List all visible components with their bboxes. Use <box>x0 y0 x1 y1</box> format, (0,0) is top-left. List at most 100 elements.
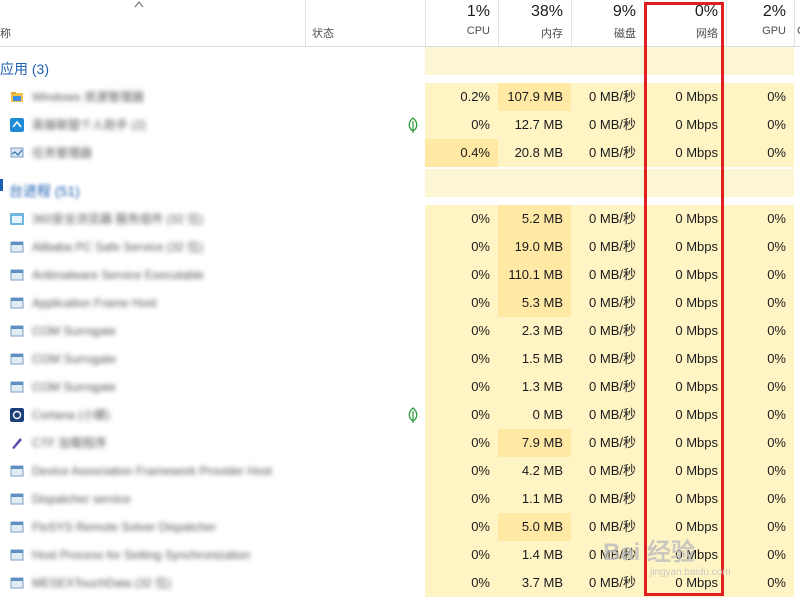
memory-column-header[interactable]: 38% 内存 <box>498 0 571 46</box>
network-column-header[interactable]: 0% 网络 <box>644 0 726 46</box>
process-name: COM Surrogate <box>32 380 117 394</box>
disk-cell: 0 MB/秒 <box>571 317 644 345</box>
group-gpu-cell <box>726 47 794 75</box>
disk-cell: 0 MB/秒 <box>571 457 644 485</box>
disk-cell: 0 MB/秒 <box>571 111 644 139</box>
gpu-cell: 0% <box>726 485 794 513</box>
table-row[interactable]: 0% 110.1 MB 0 MB/秒 0 Mbps 0% Antimalware Serv… <box>0 261 800 289</box>
disk-cell: 0 MB/秒 <box>571 83 644 111</box>
disk-cell: 0 MB/秒 <box>571 401 644 429</box>
table-row[interactable]: 0% 5.2 MB 0 MB/秒 0 Mbps 0% 360安全浏览器 服务组件 (32 … <box>0 205 800 233</box>
gpu-cell: 0% <box>726 205 794 233</box>
folder-icon <box>11 92 23 102</box>
mem-cell: 19.0 MB <box>498 233 571 261</box>
table-row[interactable]: 0.4% 20.8 MB 0 MB/秒 0 Mbps 0% 任务管理器 <box>0 139 800 167</box>
net-cell: 0 Mbps <box>644 205 726 233</box>
group-mem-cell <box>498 47 571 75</box>
table-row[interactable]: 0.2% 107.9 MB 0 MB/秒 0 Mbps 0% Windows 资… <box>0 83 800 111</box>
mem-cell: 5.2 MB <box>498 205 571 233</box>
window-icon <box>10 493 24 505</box>
group-title: 台进程 (51) <box>9 183 80 199</box>
disk-cell: 0 MB/秒 <box>571 485 644 513</box>
disk-cell: 0 MB/秒 <box>571 261 644 289</box>
table-row[interactable]: 0% 2.3 MB 0 MB/秒 0 Mbps 0% COM Surrogate <box>0 317 800 345</box>
disk-column-header[interactable]: 9% 磁盘 <box>571 0 644 46</box>
window-icon <box>10 353 24 365</box>
process-name: 任务管理器 <box>32 146 93 160</box>
group-header-background[interactable]: 台进程 (51) <box>0 169 800 199</box>
cpu-cell: 0% <box>425 317 498 345</box>
gpu-column-header[interactable]: 2% GPU <box>726 0 794 46</box>
disk-cell: 0 MB/秒 <box>571 345 644 373</box>
process-name: FloSYS Remote Solver Dispatcher <box>32 520 217 534</box>
gpu-total-pct: 2% <box>762 3 786 20</box>
gpu-cell: 0% <box>726 541 794 569</box>
net-cell: 0 Mbps <box>644 289 726 317</box>
net-cell: 0 Mbps <box>644 373 726 401</box>
gpu-engine-column-header[interactable]: C <box>794 0 800 46</box>
net-cell: 0 Mbps <box>644 261 726 289</box>
expand-indicator-icon <box>0 179 3 191</box>
memory-label: 内存 <box>541 28 563 40</box>
cpu-cell: 0.2% <box>425 83 498 111</box>
cpu-column-header[interactable]: 1% CPU <box>425 0 498 46</box>
table-row[interactable]: 0% 7.9 MB 0 MB/秒 0 Mbps 0% CTF 加载程序 <box>0 429 800 457</box>
group-header-apps[interactable]: 应用 (3) <box>0 47 800 77</box>
gpu-cell: 0% <box>726 289 794 317</box>
table-row[interactable]: 0% 0 MB 0 MB/秒 0 Mbps 0% Cortana (小娜) <box>0 401 800 429</box>
disk-cell: 0 MB/秒 <box>571 205 644 233</box>
disk-cell: 0 MB/秒 <box>571 373 644 401</box>
table-row[interactable]: 0% 19.0 MB 0 MB/秒 0 Mbps 0% Alibaba PC Safe S… <box>0 233 800 261</box>
table-row[interactable]: 0% 12.7 MB 0 MB/秒 0 Mbps 0% 英雄联盟个人助手 (2) <box>0 111 800 139</box>
group-gpu-cell <box>726 169 794 197</box>
net-cell: 0 Mbps <box>644 233 726 261</box>
group-disk-cell <box>571 169 644 197</box>
cortana-icon <box>10 408 24 422</box>
table-row[interactable]: 0% 4.2 MB 0 MB/秒 0 Mbps 0% Device Association… <box>0 457 800 485</box>
gpu-label: GPU <box>762 25 786 37</box>
process-name: Host Process for Setting Synchronization <box>32 548 251 562</box>
pen-icon <box>12 438 22 449</box>
memory-cell: 20.8 MB <box>498 139 571 167</box>
process-name: Windows 资源管理器 <box>32 90 145 104</box>
cpu-cell: 0% <box>425 457 498 485</box>
process-name: 360安全浏览器 服务组件 (32 位) <box>32 212 204 226</box>
cpu-cell: 0% <box>425 345 498 373</box>
process-name: Antimalware Service Executable <box>32 268 205 282</box>
cpu-cell: 0% <box>425 111 498 139</box>
window-icon <box>10 297 24 309</box>
sort-ascending-icon[interactable] <box>134 0 144 8</box>
window-icon <box>10 549 24 561</box>
table-row[interactable]: 0% 1.1 MB 0 MB/秒 0 Mbps 0% Dispatcher service <box>0 485 800 513</box>
disk-total-pct: 9% <box>612 3 636 20</box>
process-name: Alibaba PC Safe Service (32 位) <box>32 240 204 254</box>
net-cell: 0 Mbps <box>644 345 726 373</box>
memory-cell: 12.7 MB <box>498 111 571 139</box>
net-cell: 0 Mbps <box>644 485 726 513</box>
window-icon <box>10 269 24 281</box>
process-name: Device Association Framework Provider Ho… <box>32 464 273 478</box>
cpu-cell: 0% <box>425 569 498 597</box>
gpu-cell: 0% <box>726 373 794 401</box>
gpu-cell: 0% <box>726 401 794 429</box>
name-column-header[interactable]: 称 <box>0 25 11 41</box>
window-icon <box>10 465 24 477</box>
net-cell: 0 Mbps <box>644 317 726 345</box>
status-column-header[interactable]: 状态 <box>312 25 334 41</box>
disk-label: 磁盘 <box>614 28 636 40</box>
memory-cell: 107.9 MB <box>498 83 571 111</box>
group-net-cell <box>644 47 726 75</box>
table-row[interactable]: 0% 1.5 MB 0 MB/秒 0 Mbps 0% COM Surrogate <box>0 345 800 373</box>
cpu-cell: 0.4% <box>425 139 498 167</box>
window-icon <box>10 381 24 393</box>
cpu-cell: 0% <box>425 513 498 541</box>
table-row[interactable]: 0% 5.3 MB 0 MB/秒 0 Mbps 0% Application Frame … <box>0 289 800 317</box>
network-label: 网络 <box>696 28 718 40</box>
cpu-cell: 0% <box>425 373 498 401</box>
process-name: Dispatcher service <box>32 492 131 506</box>
task-manager-icon <box>10 147 24 158</box>
cpu-cell: 0% <box>425 429 498 457</box>
disk-cell: 0 MB/秒 <box>571 289 644 317</box>
table-row[interactable]: 0% 1.3 MB 0 MB/秒 0 Mbps 0% COM Surrogate <box>0 373 800 401</box>
mem-cell: 1.5 MB <box>498 345 571 373</box>
